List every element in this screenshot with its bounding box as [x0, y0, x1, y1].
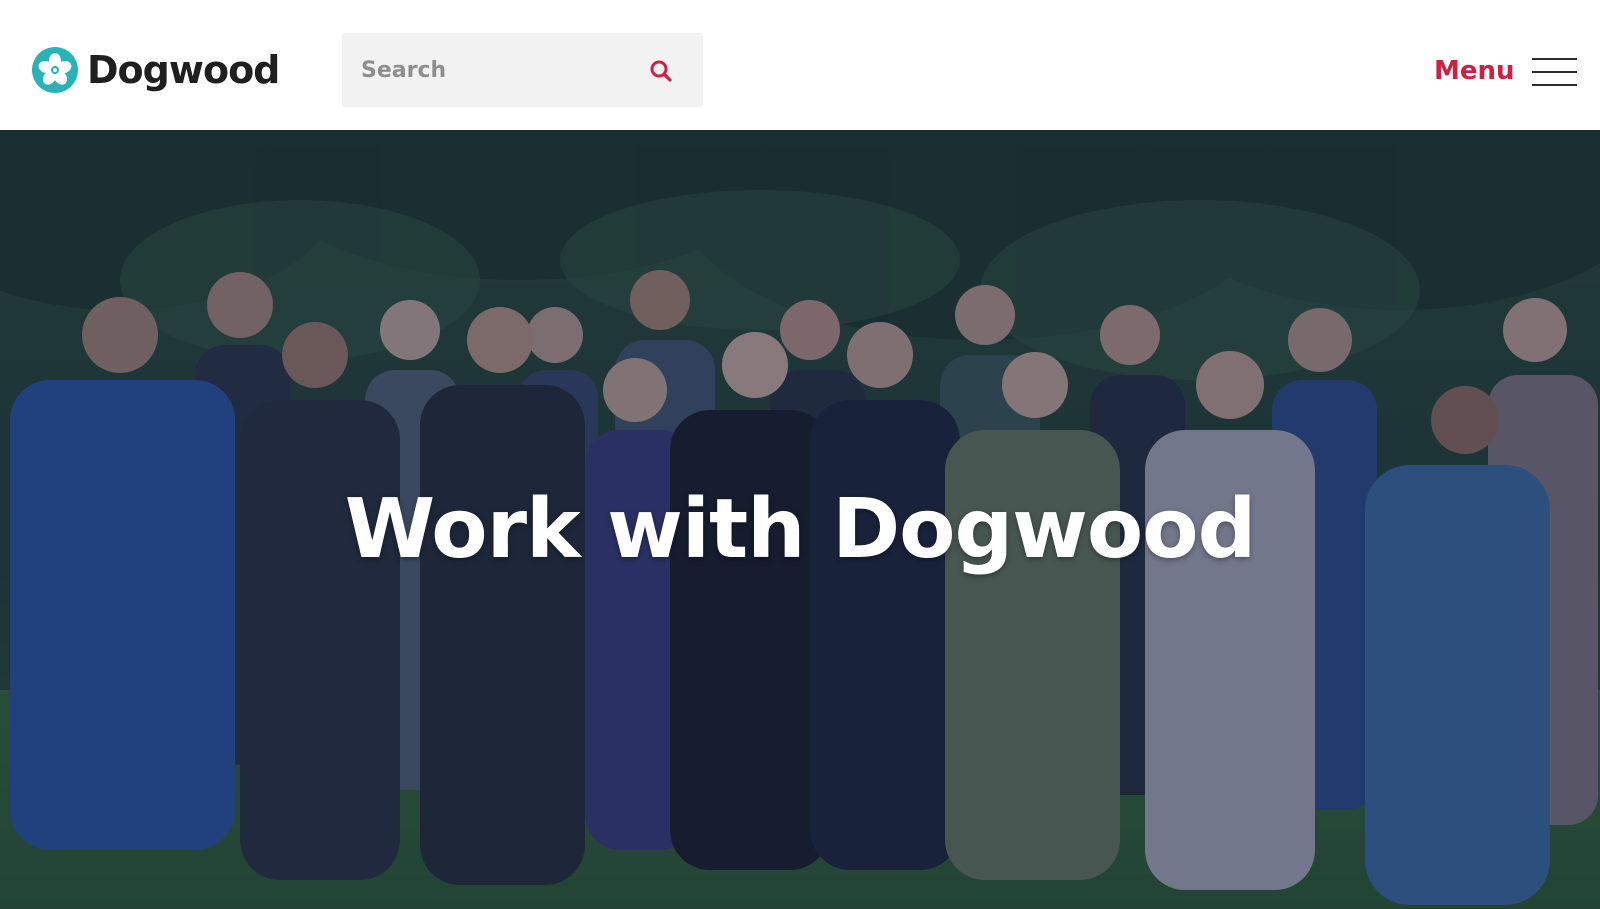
logo-wordmark: Dogwood [87, 48, 280, 92]
hero-title: Work with Dogwood [344, 482, 1257, 577]
hamburger-menu-icon[interactable] [1532, 58, 1577, 88]
dogwood-flower-icon [32, 47, 78, 93]
logo-link[interactable]: Dogwood [32, 45, 280, 95]
menu-button-label[interactable]: Menu [1434, 56, 1515, 86]
search-input[interactable] [342, 33, 642, 107]
hero-banner: Work with Dogwood [0, 130, 1600, 909]
site-header: Dogwood Menu [0, 0, 1600, 130]
search-icon[interactable] [648, 58, 674, 84]
